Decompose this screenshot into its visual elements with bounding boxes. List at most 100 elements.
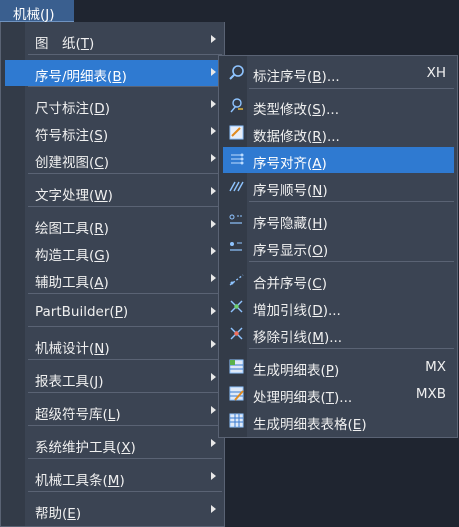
submenu-item-label: 数据修改( <box>253 129 313 145</box>
menu-item-label: 文字处理( <box>35 188 95 204</box>
menu-item-13[interactable]: 系统维护工具(X) <box>25 431 222 457</box>
submenu-item-4[interactable]: 序号顺号(N) <box>223 174 454 200</box>
hide-icon <box>228 211 245 228</box>
submenu-item-tail: ) <box>321 156 327 172</box>
submenu-item-8[interactable]: 增加引线(D)... <box>223 294 454 320</box>
data-edit-icon <box>228 124 245 141</box>
menu-item-key: E <box>67 506 76 522</box>
menu-item-9[interactable]: PartBuilder(P) <box>25 299 222 325</box>
menu-item-8[interactable]: 辅助工具(A) <box>25 266 222 292</box>
merge-icon <box>228 271 245 288</box>
submenu-item-key: P <box>325 363 334 379</box>
menu-item-5[interactable]: 文字处理(W) <box>25 179 222 205</box>
submenu-item-11[interactable]: 处理明细表(T)... MXB <box>223 381 454 407</box>
submenu-arrow-icon <box>211 307 216 315</box>
menu-item-label: 构造工具( <box>35 248 95 264</box>
submenu-separator <box>249 201 454 202</box>
submenu-item-tail: )... <box>321 69 340 85</box>
menu-separator <box>28 392 222 393</box>
submenu-separator <box>249 348 454 349</box>
menu-item-tail: ) <box>121 69 127 85</box>
menu-item-2[interactable]: 尺寸标注(D) <box>25 92 222 118</box>
submenu-item-label: 序号显示( <box>253 243 313 259</box>
menubar-item-machinery[interactable]: 机械(J) <box>0 0 74 23</box>
menu-item-label: 绘图工具( <box>35 221 95 237</box>
menu-item-key: A <box>94 275 104 291</box>
submenu-item-10[interactable]: 生成明细表(P) MX <box>223 354 454 380</box>
submenu-item-key: B <box>312 69 322 85</box>
submenu-item-label: 序号顺号( <box>253 183 313 199</box>
menu-item-11[interactable]: 报表工具(J) <box>25 365 222 391</box>
menu-item-tail: ) <box>104 248 111 264</box>
menu-separator <box>28 293 222 294</box>
menu-item-tail: ) <box>103 155 109 171</box>
submenu-item-6[interactable]: 序号显示(O) <box>223 234 454 260</box>
submenu-item-12[interactable]: 生成明细表表格(E) <box>223 408 454 434</box>
submenu-item-key: O <box>312 243 323 259</box>
menu-item-4[interactable]: 创建视图(C) <box>25 146 222 172</box>
submenu-item-tail: )... <box>334 390 353 406</box>
menu-item-label: 报表工具( <box>35 374 95 390</box>
submenu-item-tail: ) <box>321 276 327 292</box>
submenu-item-key: M <box>312 330 324 346</box>
menu-item-label: PartBuilder( <box>35 304 115 320</box>
submenu-item-0[interactable]: 标注序号(B)... XH <box>223 60 454 86</box>
submenu-item-tail: )... <box>322 303 341 319</box>
menu-item-tail: ) <box>103 275 109 291</box>
menu-separator <box>28 54 222 55</box>
align-icon <box>228 151 245 168</box>
menu-item-6[interactable]: 绘图工具(R) <box>25 212 222 238</box>
submenu-item-tail: ) <box>361 417 367 433</box>
submenu-item-3[interactable]: 序号对齐(A) <box>223 147 454 173</box>
menu-item-label: 序号/明细表( <box>35 69 113 85</box>
submenu-arrow-icon <box>211 274 216 282</box>
menu-item-label: 图 纸( <box>35 36 81 52</box>
submenu-item-label: 生成明细表( <box>253 363 326 379</box>
menu-item-15[interactable]: 帮助(E) <box>25 497 222 523</box>
submenu-arrow-icon <box>211 373 216 381</box>
submenu-item-2[interactable]: 数据修改(R)... <box>223 120 454 146</box>
menu-item-label: 创建视图( <box>35 155 95 171</box>
menu-separator <box>28 173 222 174</box>
shortcut-text: MXB <box>415 386 446 402</box>
menu-item-label: 机械设计( <box>35 341 95 357</box>
submenu-item-label: 标注序号( <box>253 69 313 85</box>
submenu-item-tail: ) <box>322 183 328 199</box>
menu-item-12[interactable]: 超级符号库(L) <box>25 398 222 424</box>
menu-separator <box>28 458 222 459</box>
shortcut-text: XH <box>426 65 446 81</box>
menu-item-tail: ) <box>115 407 121 423</box>
submenu-item-label: 生成明细表表格( <box>253 417 353 433</box>
menu-item-10[interactable]: 机械设计(N) <box>25 332 222 358</box>
submenu-item-label: 序号对齐( <box>253 156 313 172</box>
submenu-item-label: 处理明细表( <box>253 390 326 406</box>
submenu-item-label: 序号隐藏( <box>253 216 313 232</box>
menu-item-key: X <box>121 440 131 456</box>
menu-item-7[interactable]: 构造工具(G) <box>25 239 222 265</box>
submenu-arrow-icon <box>211 187 216 195</box>
menu-item-1[interactable]: 序号/明细表(B) <box>5 60 222 86</box>
menu-item-label: 辅助工具( <box>35 275 95 291</box>
menu-item-3[interactable]: 符号标注(S) <box>25 119 222 145</box>
menu-separator <box>28 359 222 360</box>
menu-item-key: C <box>94 155 104 171</box>
submenu-item-5[interactable]: 序号隐藏(H) <box>223 207 454 233</box>
submenu-item-key: A <box>312 156 322 172</box>
menu-item-label: 帮助( <box>35 506 68 522</box>
submenu-item-tail: ) <box>322 216 328 232</box>
submenu-item-1[interactable]: 类型修改(S)... <box>223 93 454 119</box>
submenu-arrow-icon <box>211 340 216 348</box>
submenu-item-7[interactable]: 合并序号(C) <box>223 267 454 293</box>
menu-item-key: D <box>94 101 105 117</box>
menu-bar: 机械(J) <box>0 0 459 23</box>
menu-item-0[interactable]: 图 纸(T) <box>25 27 222 53</box>
menu-separator <box>28 326 222 327</box>
submenu-item-tail: )... <box>323 330 343 346</box>
menu-icon-gutter <box>1 22 25 526</box>
menu-item-label: 尺寸标注( <box>35 101 95 117</box>
menu-item-key: B <box>112 69 122 85</box>
submenu-item-9[interactable]: 移除引线(M)... <box>223 321 454 347</box>
submenu-item-key: R <box>312 129 322 145</box>
menu-item-label: 符号标注( <box>35 128 95 144</box>
menu-item-14[interactable]: 机械工具条(M) <box>25 464 222 490</box>
